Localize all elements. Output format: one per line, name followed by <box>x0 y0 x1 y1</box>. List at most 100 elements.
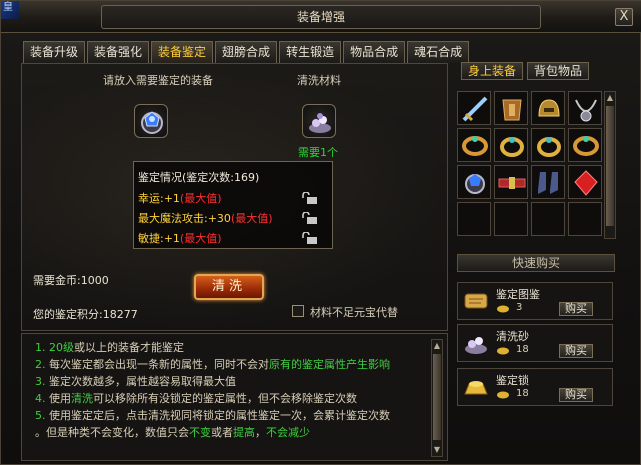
sand-icon <box>465 337 487 354</box>
equipment-slot[interactable] <box>457 165 491 199</box>
wash-material-label: 清洗材料 <box>297 74 341 87</box>
shop-item: 清洗砂 18 购买 <box>457 324 613 362</box>
tab-appraise[interactable]: 装备鉴定 <box>151 41 214 63</box>
ring-icon <box>537 137 561 157</box>
rule-text: 鉴定次数越多，属性越容易取得最大值 <box>49 375 236 388</box>
shop-item-name: 鉴定图鉴 <box>496 288 540 301</box>
equipment-slot[interactable] <box>457 202 491 236</box>
buy-button[interactable]: 购买 <box>559 302 593 316</box>
attribute-name: 敏捷:+1 <box>138 232 180 245</box>
close-button[interactable]: X <box>615 8 633 26</box>
tab-rebirth[interactable]: 转生锻造 <box>279 41 342 63</box>
armor-icon <box>502 99 522 121</box>
tab-backpack[interactable]: 背包物品 <box>527 62 590 80</box>
attribute-max: (最大值) <box>179 192 222 205</box>
rule-line: 。但是种类不会变化，数值只会不变或者提高，不会减少 <box>35 424 310 440</box>
quick-buy-header: 快速购买 <box>457 254 615 272</box>
tab-item-synth[interactable]: 物品合成 <box>343 41 406 63</box>
ring-icon <box>500 137 524 157</box>
rule-text: 原有的鉴定属性产生影响 <box>269 358 390 371</box>
ingot-substitute-checkbox[interactable] <box>292 305 304 317</box>
sword-icon <box>462 96 488 122</box>
rule-number: 3. <box>35 375 49 388</box>
equipment-slot[interactable] <box>568 202 602 236</box>
belt-icon <box>498 177 526 189</box>
put-equipment-label: 请放入需要鉴定的装备 <box>103 74 213 87</box>
equipment-slot[interactable] <box>568 165 602 199</box>
equipment-slot[interactable] <box>134 104 168 138</box>
boots-icon <box>538 172 558 194</box>
rule-number: 5. <box>35 409 49 422</box>
clean-button[interactable]: 清洗 <box>194 274 264 300</box>
shop-item-price: 3 <box>516 302 523 313</box>
equipment-slot[interactable] <box>531 165 565 199</box>
rule-text: 不变 <box>189 426 211 439</box>
buy-button[interactable]: 购买 <box>559 388 593 402</box>
gold-required: 需要金币:1000 <box>33 274 109 287</box>
gem-ring-icon <box>465 174 485 194</box>
gold-ingot-icon <box>497 391 509 399</box>
equipment-scrollbar[interactable]: ▲ <box>604 91 616 239</box>
rule-line: 1. 20级或以上的装备才能鉴定 <box>35 339 184 355</box>
rules-scrollbar[interactable]: ▲ ▼ <box>431 339 443 457</box>
scroll-icon <box>464 293 488 309</box>
tab-bar: 装备升级 装备强化 装备鉴定 翅膀合成 转生锻造 物品合成 魂石合成 <box>23 41 470 63</box>
bracelet-icon <box>573 136 599 156</box>
tab-wing[interactable]: 翅膀合成 <box>215 41 278 63</box>
scroll-down-icon[interactable]: ▼ <box>432 445 442 455</box>
tab-soulstone[interactable]: 魂石合成 <box>407 41 470 63</box>
material-slot[interactable] <box>302 104 336 138</box>
appraise-window: 皇 装备增强 X 装备升级 装备强化 装备鉴定 翅膀合成 转生锻造 物品合成 魂… <box>0 0 641 465</box>
attribute-row: 最大魔法攻击:+30(最大值) <box>138 210 273 226</box>
gold-ingot-icon <box>464 381 488 395</box>
tab-enhance[interactable]: 装备强化 <box>87 41 150 63</box>
equipment-slot[interactable] <box>531 128 565 162</box>
necklace-icon <box>575 99 597 122</box>
rule-text: 或者 <box>211 426 233 439</box>
shop-item-price: 18 <box>516 344 529 355</box>
equipment-slot[interactable] <box>457 128 491 162</box>
tab-upgrade[interactable]: 装备升级 <box>23 41 86 63</box>
tab-worn-equipment[interactable]: 身上装备 <box>461 62 524 80</box>
attribute-max: (最大值) <box>230 212 273 225</box>
rule-number: 2. <box>35 358 49 371</box>
equipment-slot[interactable] <box>494 91 528 125</box>
helmet-icon <box>538 99 560 117</box>
equipment-slot[interactable] <box>494 165 528 199</box>
shop-item: 鉴定锁 18 购买 <box>457 368 613 406</box>
title-bar[interactable]: 皇 装备增强 X <box>1 1 641 33</box>
scroll-up-icon[interactable]: ▲ <box>432 341 442 351</box>
rule-text: 提高 <box>233 426 255 439</box>
scroll-thumb[interactable] <box>606 106 614 226</box>
equipment-slot[interactable] <box>531 91 565 125</box>
equipment-slot[interactable] <box>568 128 602 162</box>
equipment-slot[interactable] <box>531 202 565 236</box>
equipment-slot[interactable] <box>494 128 528 162</box>
buy-button[interactable]: 购买 <box>559 344 593 358</box>
wash-sand-icon <box>309 113 331 133</box>
attribute-row: 幸运:+1(最大值) <box>138 190 222 206</box>
scroll-up-icon[interactable]: ▲ <box>605 93 615 103</box>
attribute-max: (最大值) <box>179 232 222 245</box>
lock-toggle-icon[interactable] <box>300 232 318 244</box>
shop-item: 鉴定图鉴 3 购买 <box>457 282 613 320</box>
rule-line: 4. 使用清洗可以移除所有没锁定的鉴定属性，但不会移除鉴定次数 <box>35 390 357 406</box>
lock-toggle-icon[interactable] <box>300 212 318 224</box>
rule-number: 4. <box>35 392 49 405</box>
ruby-icon <box>574 170 598 196</box>
bracelet-icon <box>462 136 488 156</box>
rule-text: 20级 <box>49 341 74 354</box>
shop-item-name: 鉴定锁 <box>496 374 529 387</box>
gold-ingot-icon <box>497 305 509 313</box>
rule-line: 3. 鉴定次数越多，属性越容易取得最大值 <box>35 373 236 389</box>
equipment-slot[interactable] <box>494 202 528 236</box>
shop-item-price: 18 <box>516 388 529 399</box>
rule-number: 1. <box>35 341 49 354</box>
equipment-slot[interactable] <box>457 91 491 125</box>
lock-toggle-icon[interactable] <box>300 192 318 204</box>
appraise-count-title: 鉴定情况(鉴定次数:169) <box>138 171 260 184</box>
scroll-thumb[interactable] <box>433 354 441 440</box>
shop-item-name: 清洗砂 <box>496 330 529 343</box>
rule-text: ， <box>255 426 266 439</box>
equipment-slot[interactable] <box>568 91 602 125</box>
